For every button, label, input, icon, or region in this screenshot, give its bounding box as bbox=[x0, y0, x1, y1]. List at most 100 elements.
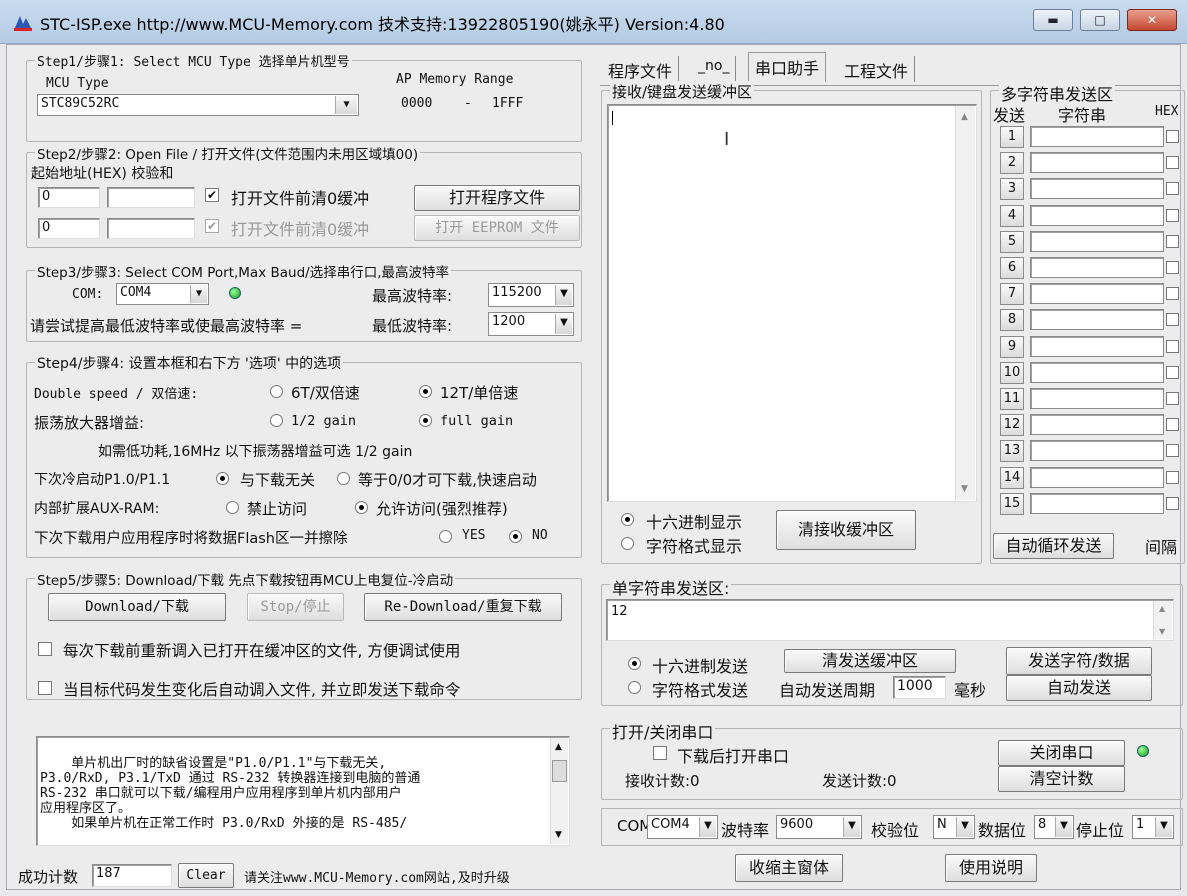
close-button[interactable]: ✕ bbox=[1127, 9, 1177, 31]
radio-cold-unrelated[interactable] bbox=[216, 472, 229, 485]
radio-aux-allow[interactable] bbox=[355, 501, 368, 514]
multi-send-string-input[interactable] bbox=[1030, 231, 1164, 252]
radio-half-gain[interactable] bbox=[270, 414, 283, 427]
auto-send-button[interactable]: 自动发送 bbox=[1006, 675, 1152, 701]
start-addr-input-1[interactable]: 0 bbox=[38, 187, 100, 208]
auto-period-input[interactable]: 1000 bbox=[893, 676, 946, 699]
multi-send-hex-checkbox[interactable] bbox=[1166, 497, 1179, 510]
stop-button[interactable]: Stop/停止 bbox=[247, 593, 344, 621]
info-textarea[interactable]: 单片机出厂时的缺省设置是"P1.0/P1.1"与下载无关, P3.0/RxD, P… bbox=[36, 736, 570, 846]
radio-full-gain[interactable] bbox=[419, 414, 432, 427]
multi-send-row-button[interactable]: 10 bbox=[1000, 362, 1024, 384]
radio-12t[interactable] bbox=[419, 385, 432, 398]
multi-send-string-input[interactable] bbox=[1030, 283, 1164, 304]
multi-send-row-button[interactable]: 13 bbox=[1000, 440, 1024, 462]
auto-loop-send-button[interactable]: 自动循环发送 bbox=[993, 533, 1114, 559]
multi-send-hex-checkbox[interactable] bbox=[1166, 392, 1179, 405]
multi-send-string-input[interactable] bbox=[1030, 178, 1164, 199]
multi-send-hex-checkbox[interactable] bbox=[1166, 235, 1179, 248]
reload-buffer-checkbox[interactable] bbox=[38, 642, 52, 656]
comcfg-databits-select[interactable]: 8 ▼ bbox=[1034, 815, 1074, 839]
multi-send-string-input[interactable] bbox=[1030, 309, 1164, 330]
multi-send-hex-checkbox[interactable] bbox=[1166, 471, 1179, 484]
multi-send-string-input[interactable] bbox=[1030, 205, 1164, 226]
multi-send-row-button[interactable]: 3 bbox=[1000, 178, 1024, 200]
multi-send-hex-checkbox[interactable] bbox=[1166, 209, 1179, 222]
multi-send-hex-checkbox[interactable] bbox=[1166, 444, 1179, 457]
info-scrollbar[interactable]: ▲ ▼ bbox=[550, 738, 568, 844]
tab-project-file[interactable]: 工程文件 bbox=[838, 56, 916, 82]
maximize-button[interactable]: □ bbox=[1080, 9, 1120, 31]
open-eeprom-file-button[interactable]: 打开 EEPROM 文件 bbox=[414, 215, 580, 241]
multi-send-row-button[interactable]: 8 bbox=[1000, 309, 1024, 331]
multi-send-hex-checkbox[interactable] bbox=[1166, 340, 1179, 353]
radio-cold-zero[interactable] bbox=[337, 472, 350, 485]
multi-send-string-input[interactable] bbox=[1030, 152, 1164, 173]
start-addr-input-2[interactable]: 0 bbox=[38, 218, 100, 239]
close-port-button[interactable]: 关闭串口 bbox=[998, 740, 1125, 766]
radio-flash-yes[interactable] bbox=[439, 530, 452, 543]
download-button[interactable]: Download/下载 bbox=[48, 593, 226, 621]
send-data-button[interactable]: 发送字符/数据 bbox=[1006, 647, 1152, 675]
multi-send-string-input[interactable] bbox=[1030, 362, 1164, 383]
clear-count-button[interactable]: Clear bbox=[178, 863, 234, 888]
radio-char-display[interactable] bbox=[621, 537, 634, 550]
open-program-file-button[interactable]: 打开程序文件 bbox=[414, 185, 580, 211]
mcu-type-select[interactable]: STC89C52RC ▼ bbox=[37, 94, 359, 116]
clear-counts-button[interactable]: 清空计数 bbox=[998, 766, 1125, 792]
multi-send-string-input[interactable] bbox=[1030, 388, 1164, 409]
checksum-input-2[interactable] bbox=[107, 218, 195, 239]
multi-send-row-button[interactable]: 14 bbox=[1000, 467, 1024, 489]
multi-send-hex-checkbox[interactable] bbox=[1166, 156, 1179, 169]
multi-send-row-button[interactable]: 1 bbox=[1000, 126, 1024, 148]
comcfg-com-select[interactable]: COM4 ▼ bbox=[647, 815, 718, 839]
radio-aux-forbid[interactable] bbox=[226, 501, 239, 514]
multi-send-row-button[interactable]: 4 bbox=[1000, 205, 1024, 227]
multi-send-row-button[interactable]: 11 bbox=[1000, 388, 1024, 410]
open-after-download-checkbox[interactable] bbox=[653, 746, 667, 760]
multi-send-string-input[interactable] bbox=[1030, 257, 1164, 278]
multi-send-hex-checkbox[interactable] bbox=[1166, 261, 1179, 274]
radio-hex-display[interactable] bbox=[621, 513, 634, 526]
com-port-select[interactable]: COM4 ▼ bbox=[116, 283, 209, 305]
receive-textarea[interactable]: I bbox=[607, 104, 977, 502]
minimize-button[interactable]: ▬ bbox=[1033, 9, 1073, 31]
help-button[interactable]: 使用说明 bbox=[945, 854, 1037, 882]
multi-send-row-button[interactable]: 7 bbox=[1000, 283, 1024, 305]
min-baud-select[interactable]: 1200 ▼ bbox=[488, 312, 574, 336]
clear-buffer-checkbox-1[interactable]: ✔ bbox=[205, 188, 219, 202]
comcfg-stopbits-select[interactable]: 1 ▼ bbox=[1132, 815, 1174, 839]
tab-program-file[interactable]: 程序文件 bbox=[602, 56, 680, 82]
max-baud-select[interactable]: 115200 ▼ bbox=[488, 283, 574, 307]
radio-char-send[interactable] bbox=[628, 681, 641, 694]
redownload-button[interactable]: Re-Download/重复下载 bbox=[364, 593, 562, 621]
auto-reload-checkbox[interactable] bbox=[38, 681, 52, 695]
multi-send-row-button[interactable]: 2 bbox=[1000, 152, 1024, 174]
radio-6t[interactable] bbox=[270, 385, 283, 398]
receive-scrollbar[interactable]: ▲ ▼ bbox=[955, 106, 975, 500]
multi-send-row-button[interactable]: 9 bbox=[1000, 336, 1024, 358]
multi-send-string-input[interactable] bbox=[1030, 414, 1164, 435]
comcfg-baud-select[interactable]: 9600 ▼ bbox=[776, 815, 862, 839]
radio-flash-no[interactable] bbox=[509, 530, 522, 543]
single-send-scrollbar[interactable]: ▲ ▼ bbox=[1153, 601, 1172, 639]
multi-send-row-button[interactable]: 15 bbox=[1000, 493, 1024, 515]
clear-send-button[interactable]: 清发送缓冲区 bbox=[784, 649, 956, 673]
multi-send-string-input[interactable] bbox=[1030, 126, 1164, 147]
comcfg-parity-select[interactable]: N ▼ bbox=[933, 815, 975, 839]
multi-send-string-input[interactable] bbox=[1030, 467, 1164, 488]
radio-hex-send[interactable] bbox=[628, 657, 641, 670]
multi-send-hex-checkbox[interactable] bbox=[1166, 366, 1179, 379]
tab-serial-assistant[interactable]: 串口助手 bbox=[748, 52, 827, 82]
multi-send-hex-checkbox[interactable] bbox=[1166, 418, 1179, 431]
multi-send-hex-checkbox[interactable] bbox=[1166, 182, 1179, 195]
shrink-window-button[interactable]: 收缩主窗体 bbox=[735, 854, 843, 882]
multi-send-string-input[interactable] bbox=[1030, 440, 1164, 461]
multi-send-hex-checkbox[interactable] bbox=[1166, 130, 1179, 143]
multi-send-hex-checkbox[interactable] bbox=[1166, 313, 1179, 326]
clear-receive-button[interactable]: 清接收缓冲区 bbox=[776, 510, 916, 550]
checksum-input-1[interactable] bbox=[107, 187, 195, 208]
tab-no[interactable]: _no_ bbox=[692, 56, 737, 82]
single-send-textarea[interactable]: 12 bbox=[606, 599, 1174, 641]
multi-send-row-button[interactable]: 12 bbox=[1000, 414, 1024, 436]
